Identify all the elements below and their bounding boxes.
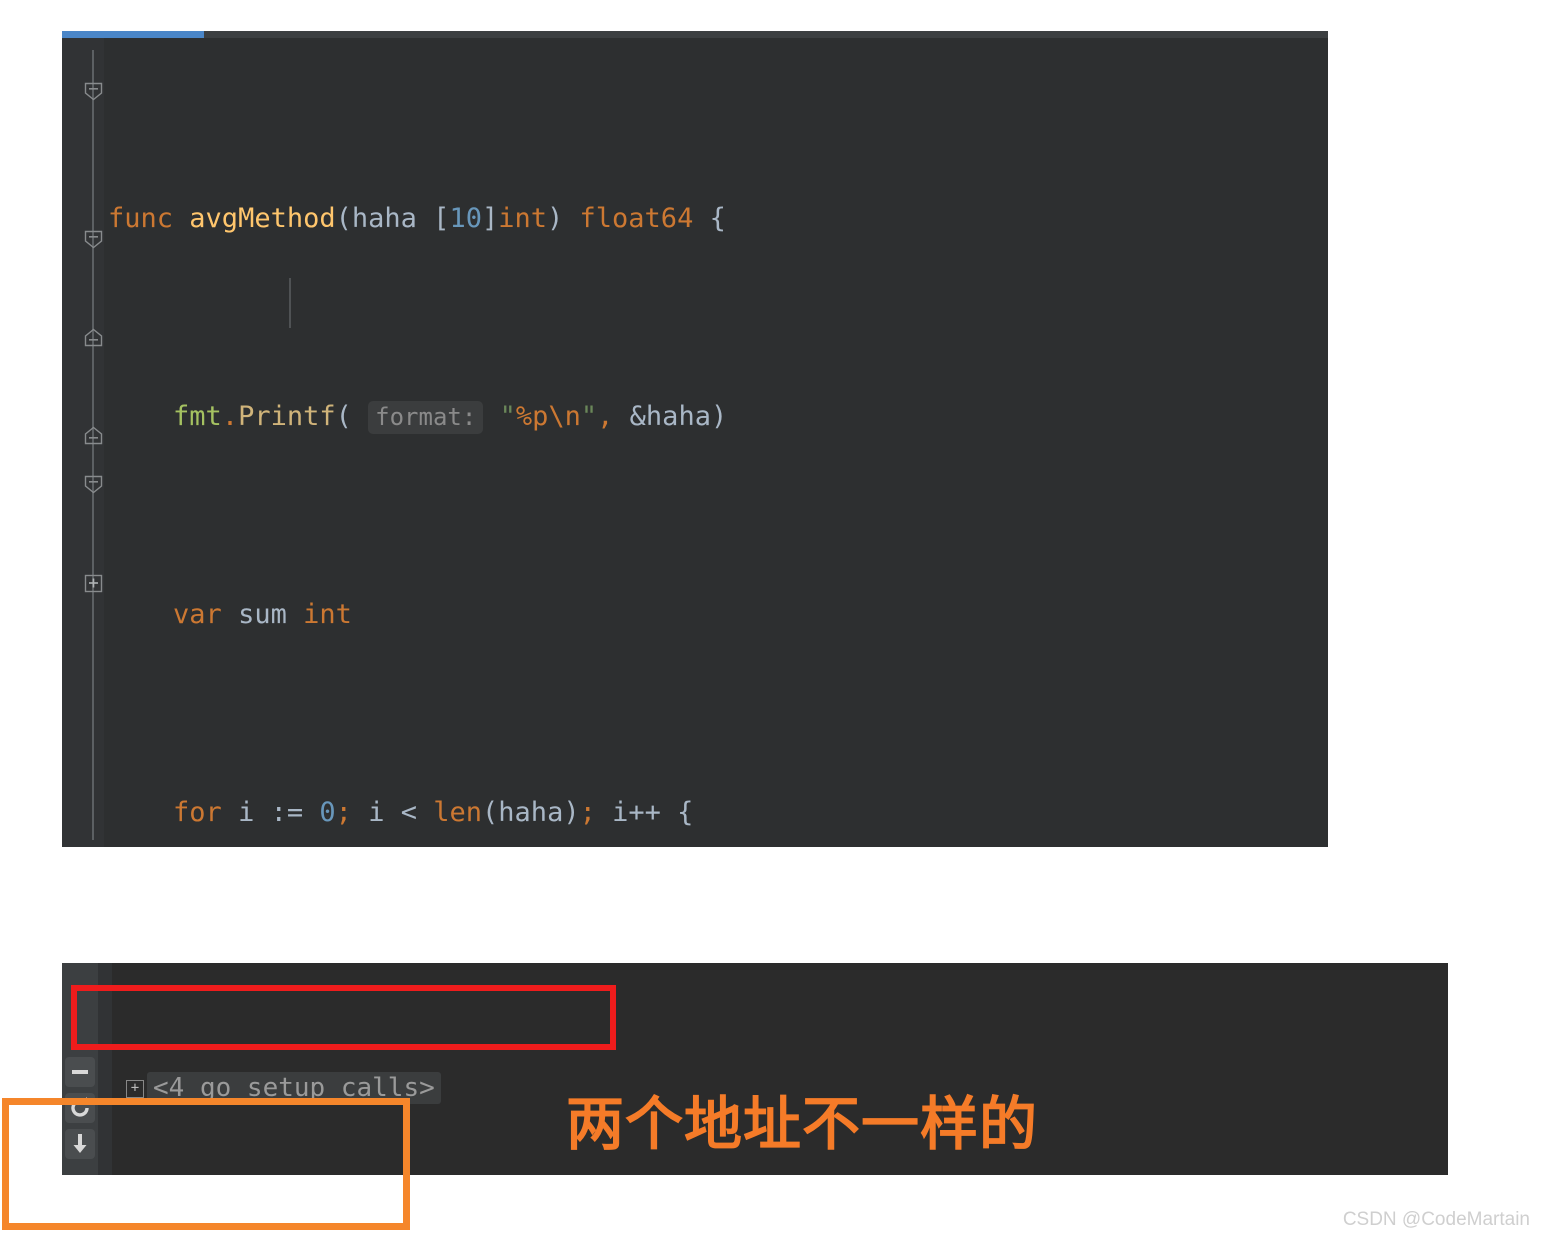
token-punct: )	[563, 796, 580, 828]
token-op-lt: <	[400, 796, 417, 828]
annotation-note-text: 两个地址不一样的	[566, 1090, 1039, 1158]
token-method-printf: Printf	[238, 400, 336, 432]
token-brace: {	[677, 796, 694, 828]
token-keyword-for: for	[173, 796, 222, 828]
token-num-0: 0	[319, 796, 336, 828]
token-punct: (	[482, 796, 499, 828]
fold-guide-line	[92, 50, 94, 840]
token-quote: "	[499, 400, 516, 432]
token-semicolon: ;	[335, 796, 352, 828]
code-editor-panel[interactable]: func avgMethod(haha [10]int) float64 { f…	[62, 31, 1328, 847]
code-line: fmt.Printf( format: "%p\n", &haha)	[104, 392, 1328, 442]
token-punct: )	[710, 400, 728, 432]
editor-progress-bar	[62, 31, 204, 38]
token-package-fmt: fmt	[173, 400, 222, 432]
token-ref-haha: &haha	[629, 400, 711, 432]
fold-collapse-down-icon[interactable]	[84, 82, 103, 101]
fold-collapse-up-icon[interactable]	[84, 426, 103, 445]
code-line: var sum int	[104, 590, 1328, 640]
rerun-icon[interactable]	[65, 1093, 95, 1123]
token-format-verb: %p\n	[515, 400, 581, 432]
code-line: func avgMethod(haha [10]int) float64 {	[104, 194, 1328, 244]
fold-expand-plus-icon[interactable]	[84, 574, 103, 593]
token-semicolon: ;	[579, 796, 596, 828]
token-ident-i: i	[238, 796, 255, 828]
console-collapsed-label[interactable]: <4 go setup calls>	[147, 1072, 441, 1104]
expand-plus-icon[interactable]: +	[126, 1080, 144, 1098]
scroll-to-end-icon[interactable]	[65, 1129, 95, 1159]
fold-collapse-up-icon[interactable]	[84, 328, 103, 347]
token-builtin-len: len	[433, 796, 483, 828]
fold-collapse-down-icon[interactable]	[84, 475, 103, 494]
token-ident-haha: haha	[498, 796, 564, 828]
editor-top-bar	[62, 31, 1328, 38]
token-param-haha: haha	[351, 202, 417, 234]
code-line: for i := 0; i < len(haha); i++ {	[104, 788, 1328, 838]
inlay-hint-format: format:	[368, 400, 484, 434]
token-op-inc: ++	[628, 796, 661, 828]
token-punct: (	[335, 202, 352, 234]
token-type-int: int	[303, 598, 352, 630]
console-toolbar[interactable]	[62, 963, 98, 1175]
indent-guide	[289, 278, 291, 328]
token-type-int: int	[498, 202, 547, 234]
token-brace: {	[709, 202, 726, 234]
code-text-area[interactable]: func avgMethod(haha [10]int) float64 { f…	[104, 38, 1328, 847]
editor-gutter[interactable]	[62, 38, 104, 847]
token-dot: .	[221, 400, 239, 432]
token-punct: ]	[481, 202, 499, 234]
console-gutter	[98, 963, 112, 1175]
token-assign: :=	[270, 796, 304, 828]
token-comma: ,	[597, 400, 614, 432]
token-punct: (	[335, 400, 352, 432]
token-keyword-var: var	[173, 598, 222, 630]
token-ident-i: i	[368, 796, 385, 828]
token-ident-sum: sum	[238, 598, 287, 630]
token-keyword-func: func	[108, 202, 174, 234]
token-punct: )	[547, 202, 564, 234]
token-type-float64: float64	[579, 202, 694, 234]
token-num-10: 10	[449, 202, 482, 234]
token-punct: [	[433, 202, 450, 234]
token-ident-i: i	[612, 796, 629, 828]
token-function-avgmethod: avgMethod	[189, 202, 336, 234]
token-quote: "	[580, 400, 598, 432]
soft-wrap-icon[interactable]	[65, 1057, 95, 1087]
watermark-text: CSDN @CodeMartain	[1342, 1209, 1530, 1230]
fold-collapse-down-icon[interactable]	[84, 230, 103, 249]
